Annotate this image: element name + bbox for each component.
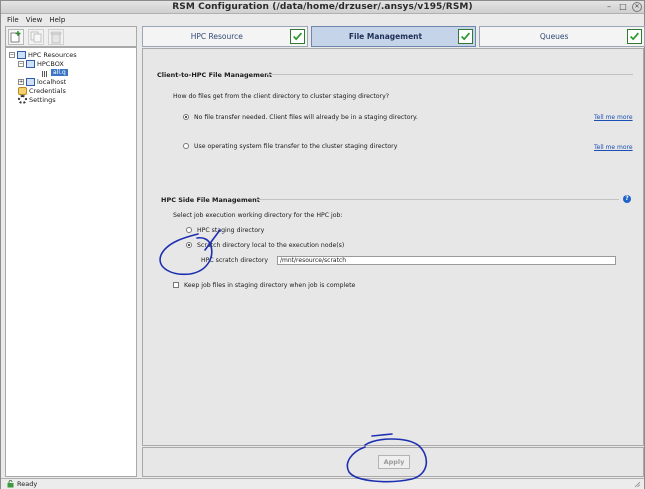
apply-button[interactable]: Apply: [378, 455, 410, 469]
maximize-icon[interactable]: □: [618, 2, 628, 12]
tree-item-localhost[interactable]: + localhost: [18, 77, 66, 86]
config-tabs: HPC Resource File Management Queues: [142, 26, 645, 47]
hpc-side-question: Select job execution working directory f…: [173, 212, 343, 219]
credentials-icon: [18, 86, 27, 95]
check-icon: [289, 29, 305, 44]
scratch-directory-label: Scratch directory local to the execution…: [197, 242, 345, 249]
duplicate-resource-button[interactable]: [28, 29, 44, 45]
check-icon: [458, 29, 474, 44]
tab-label: File Management: [348, 32, 423, 41]
add-resource-button[interactable]: [8, 29, 24, 45]
resource-tree: − HPC Resources − HPCBOX all.q + localho…: [5, 47, 137, 477]
keep-job-files-label: Keep job files in staging directory when…: [184, 282, 356, 289]
tab-queues[interactable]: Queues: [479, 26, 645, 47]
tab-file-management[interactable]: File Management: [310, 26, 477, 47]
scratch-directory-input[interactable]: [277, 256, 616, 265]
tree-item-credentials[interactable]: Credentials: [18, 86, 66, 95]
close-icon[interactable]: ✕: [632, 2, 642, 12]
file-management-panel: Client-to-HPC File Management How do fil…: [142, 48, 644, 446]
expand-icon[interactable]: +: [18, 78, 24, 85]
trash-icon: [50, 31, 62, 44]
tab-label: HPC Resource: [190, 32, 243, 41]
staging-directory-radio[interactable]: [186, 227, 192, 233]
add-icon: [10, 31, 21, 43]
queue-icon: [42, 69, 49, 77]
server-icon: [26, 59, 35, 68]
gear-icon: [18, 95, 27, 104]
tree-item-hpcbox[interactable]: − HPCBOX: [18, 59, 64, 68]
client-section-title: Client-to-HPC File Management: [157, 71, 272, 79]
section-divider: [257, 199, 619, 200]
tell-me-more-link[interactable]: Tell me more: [594, 114, 633, 121]
action-bar: Apply: [142, 447, 644, 477]
minimize-icon[interactable]: –: [604, 2, 614, 12]
collapse-icon[interactable]: −: [9, 51, 15, 58]
check-icon: [627, 29, 643, 44]
section-divider: [267, 74, 633, 75]
keep-job-files-checkbox[interactable]: [173, 282, 179, 288]
tree-item-label: all.q: [51, 69, 68, 76]
hpc-resources-icon: [17, 50, 26, 59]
os-transfer-label: Use operating system file transfer to th…: [194, 143, 398, 150]
tree-item-hpc-resources[interactable]: − HPC Resources: [9, 50, 77, 59]
tell-me-more-link[interactable]: Tell me more: [594, 144, 633, 151]
window-controls: – □ ✕: [604, 2, 642, 12]
no-transfer-label: No file transfer needed. Client files wi…: [194, 114, 418, 121]
tree-item-label: Credentials: [29, 86, 66, 95]
copy-icon: [30, 31, 42, 43]
menu-view[interactable]: View: [26, 15, 43, 25]
menu-bar: File View Help: [1, 15, 644, 25]
hpc-side-section-title: HPC Side File Management: [161, 196, 260, 204]
staging-directory-label: HPC staging directory: [197, 227, 265, 234]
resize-grip-icon[interactable]: [634, 481, 641, 488]
os-transfer-radio[interactable]: [183, 143, 189, 149]
scratch-directory-radio[interactable]: [186, 242, 192, 248]
tree-item-label: HPC Resources: [28, 50, 77, 59]
tree-item-label: Settings: [29, 95, 56, 104]
window-title: RSM Configuration (/data/home/drzuser/.a…: [172, 2, 473, 12]
menu-help[interactable]: Help: [49, 15, 65, 25]
tree-item-label: HPCBOX: [37, 59, 64, 68]
no-transfer-radio[interactable]: [183, 114, 189, 120]
delete-resource-button[interactable]: [48, 29, 64, 45]
tree-item-label: localhost: [37, 77, 67, 86]
collapse-icon[interactable]: −: [18, 60, 24, 67]
rsm-configuration-window: RSM Configuration (/data/home/drzuser/.a…: [0, 0, 645, 489]
menu-file[interactable]: File: [7, 15, 19, 25]
status-bar: Ready: [1, 478, 644, 489]
status-text: Ready: [17, 480, 38, 488]
tree-item-queue[interactable]: all.q: [42, 68, 68, 77]
client-question: How do files get from the client directo…: [173, 93, 390, 100]
title-bar: RSM Configuration (/data/home/drzuser/.a…: [1, 1, 644, 14]
scratch-directory-field-label: HPC scratch directory: [201, 257, 269, 264]
tab-label: Queues: [539, 32, 569, 41]
server-icon: [26, 77, 35, 86]
tree-item-settings[interactable]: Settings: [18, 95, 56, 104]
tree-toolbar: [5, 26, 137, 47]
tab-hpc-resource[interactable]: HPC Resource: [142, 26, 308, 47]
help-icon[interactable]: ?: [623, 195, 631, 203]
status-icon: [7, 480, 14, 488]
